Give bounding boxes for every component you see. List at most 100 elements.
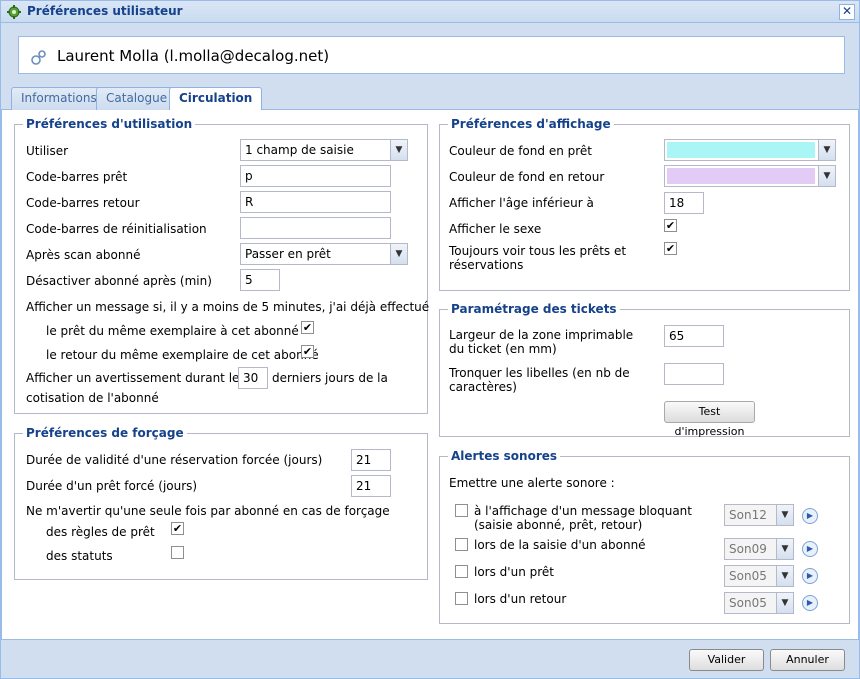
age-label: Afficher l'âge inférieur à — [449, 196, 594, 210]
usage-preferences-group: Préférences d'utilisation — [14, 117, 428, 414]
pret-meme-checkbox[interactable]: ✔ — [301, 321, 314, 334]
chevron-down-icon[interactable]: ▼ — [776, 593, 793, 613]
message-label: Afficher un message si, il y a moins de … — [26, 300, 430, 314]
retour-meme-label: le retour du même exemplaire de cet abon… — [46, 348, 319, 362]
alerte-retour-checkbox[interactable] — [455, 592, 468, 605]
tickets-legend: Paramétrage des tickets — [451, 302, 617, 316]
fond-retour-color-select[interactable]: ▼ — [664, 165, 836, 187]
pret-force-label: Durée d'un prêt forcé (jours) — [26, 479, 198, 493]
reinit-barcode-label: Code-barres de réinitialisation — [26, 222, 207, 236]
user-name: Laurent Molla (l.molla@decalog.net) — [57, 47, 330, 65]
close-button[interactable]: ✕ — [839, 4, 855, 20]
chevron-down-icon[interactable]: ▼ — [776, 505, 793, 525]
alerte-bloquant-checkbox[interactable] — [455, 504, 468, 517]
alertes-legend: Alertes sonores — [451, 449, 558, 463]
check-icon: ✔ — [302, 321, 313, 334]
preferences-window: Préférences utilisateur ✕ Laurent Molla … — [0, 0, 860, 679]
alerte-abonne-sound-select[interactable]: Son09 ▼ — [724, 538, 794, 560]
chevron-down-icon[interactable]: ▼ — [776, 566, 793, 586]
alerte-bloquant-label: à l'affichage d'un message bloquant (sai… — [474, 504, 692, 532]
apres-scan-select[interactable]: Passer en prêt ▼ — [240, 243, 408, 265]
validite-label: Durée de validité d'une réservation forc… — [26, 453, 323, 467]
play-icon[interactable]: ▶ — [802, 568, 818, 584]
alerte-bloquant-sound: Son12 — [729, 508, 767, 522]
alerte-pret-sound: Son05 — [729, 569, 767, 583]
tab-informations[interactable]: Informations — [11, 87, 107, 110]
regles-checkbox[interactable]: ✔ — [171, 522, 184, 535]
alerte-retour-label: lors d'un retour — [474, 592, 567, 606]
retour-barcode-label: Code-barres retour — [26, 196, 140, 210]
affichage-legend: Préférences d'affichage — [451, 117, 611, 131]
chevron-down-icon[interactable]: ▼ — [390, 140, 407, 160]
tous-checkbox[interactable]: ✔ — [664, 242, 677, 255]
fond-pret-color-select[interactable]: ▼ — [664, 139, 836, 161]
retour-meme-checkbox[interactable]: ✔ — [301, 345, 314, 358]
alerte-retour-sound-select[interactable]: Son05 ▼ — [724, 592, 794, 614]
window-title: Préférences utilisateur — [27, 4, 183, 18]
sexe-checkbox[interactable]: ✔ — [664, 219, 677, 232]
statuts-checkbox[interactable] — [171, 546, 184, 559]
tab-circulation[interactable]: Circulation — [169, 87, 263, 111]
chevron-down-icon[interactable]: ▼ — [818, 166, 835, 186]
utiliser-label: Utiliser — [26, 144, 69, 158]
alerte-bloquant-sound-select[interactable]: Son12 ▼ — [724, 504, 794, 526]
chevron-down-icon[interactable]: ▼ — [818, 140, 835, 160]
forcage-legend: Préférences de forçage — [26, 426, 184, 440]
pret-meme-label: le prêt du même exemplaire à cet abonné — [46, 324, 299, 338]
tous-label: Toujours voir tous les prêts et réservat… — [449, 244, 627, 272]
pret-barcode-label: Code-barres prêt — [26, 170, 128, 184]
tronquer-input[interactable] — [664, 363, 724, 385]
user-link-icon — [31, 50, 46, 65]
utiliser-value: 1 champ de saisie — [245, 143, 354, 157]
tab-catalogue[interactable]: Catalogue — [96, 87, 178, 110]
chevron-down-icon[interactable]: ▼ — [390, 244, 407, 264]
alerte-pret-label: lors d'un prêt — [474, 565, 554, 579]
check-icon: ✔ — [172, 522, 183, 535]
avertissement-label-b: derniers jours de la — [272, 371, 388, 385]
avertissement-label-c: cotisation de l'abonné — [26, 391, 159, 405]
fond-retour-label: Couleur de fond en retour — [449, 170, 605, 184]
pret-force-input[interactable] — [351, 475, 391, 497]
alerte-retour-sound: Son05 — [729, 596, 767, 610]
fond-pret-label: Couleur de fond en prêt — [449, 144, 592, 158]
statuts-label: des statuts — [46, 549, 113, 563]
play-icon[interactable]: ▶ — [802, 508, 818, 524]
fond-pret-swatch — [667, 142, 815, 158]
regles-label: des règles de prêt — [46, 525, 155, 539]
alerte-abonne-label: lors de la saisie d'un abonné — [474, 538, 646, 552]
chevron-down-icon[interactable]: ▼ — [776, 539, 793, 559]
age-input[interactable] — [664, 192, 704, 214]
play-icon[interactable]: ▶ — [802, 595, 818, 611]
check-icon: ✔ — [302, 345, 313, 358]
validite-input[interactable] — [351, 449, 391, 471]
title-bar[interactable]: Préférences utilisateur ✕ — [1, 1, 859, 23]
annuler-button[interactable]: Annuler — [770, 649, 845, 671]
fond-retour-swatch — [667, 168, 815, 184]
tab-bar: Informations Catalogue Circulation — [1, 86, 859, 111]
avertissement-input[interactable] — [238, 367, 268, 389]
user-panel: Laurent Molla (l.molla@decalog.net) — [18, 36, 845, 74]
valider-button[interactable]: Valider — [689, 649, 764, 671]
emettre-label: Emettre une alerte sonore : — [449, 476, 615, 490]
avertir-label: Ne m'avertir qu'une seule fois par abonn… — [26, 504, 390, 518]
largeur-input[interactable] — [664, 325, 724, 347]
check-icon: ✔ — [665, 219, 676, 232]
reinit-barcode-input[interactable] — [240, 217, 391, 239]
play-icon[interactable]: ▶ — [802, 541, 818, 557]
test-impression-button[interactable]: Test d'impression — [664, 401, 755, 438]
pret-barcode-input[interactable] — [240, 165, 391, 187]
sexe-label: Afficher le sexe — [449, 222, 542, 236]
desactiver-label: Désactiver abonné après (min) — [26, 274, 212, 288]
apres-scan-label: Après scan abonné — [26, 248, 141, 262]
alerte-pret-checkbox[interactable] — [455, 565, 468, 578]
avertissement-label-a: Afficher un avertissement durant les — [26, 371, 246, 385]
utiliser-select[interactable]: 1 champ de saisie ▼ — [240, 139, 408, 161]
largeur-label: Largeur de la zone imprimable du ticket … — [449, 328, 634, 356]
tab-content-circulation: Préférences d'utilisation Utiliser 1 cha… — [1, 110, 859, 640]
tronquer-label: Tronquer les libelles (en nb de caractèr… — [449, 366, 630, 394]
alerte-abonne-checkbox[interactable] — [455, 538, 468, 551]
desactiver-input[interactable] — [240, 269, 280, 291]
alerte-pret-sound-select[interactable]: Son05 ▼ — [724, 565, 794, 587]
gear-icon — [7, 5, 21, 19]
retour-barcode-input[interactable] — [240, 191, 391, 213]
